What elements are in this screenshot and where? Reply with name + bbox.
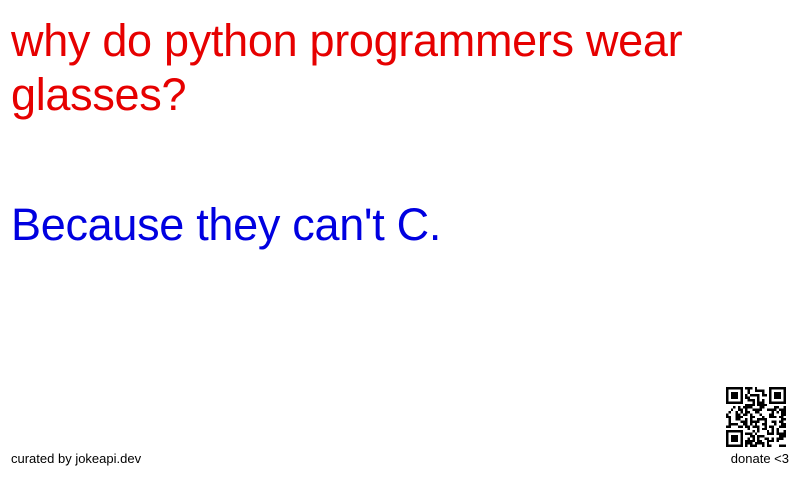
qr-code-icon[interactable]: [726, 387, 786, 447]
joke-card: why do python programmers wear glasses? …: [0, 0, 800, 480]
credit-text: curated by jokeapi.dev: [11, 451, 142, 466]
joke-setup: why do python programmers wear glasses?: [11, 15, 683, 120]
donate-link[interactable]: donate <3: [731, 451, 789, 467]
joke-delivery: Because they can't C.: [11, 199, 442, 250]
